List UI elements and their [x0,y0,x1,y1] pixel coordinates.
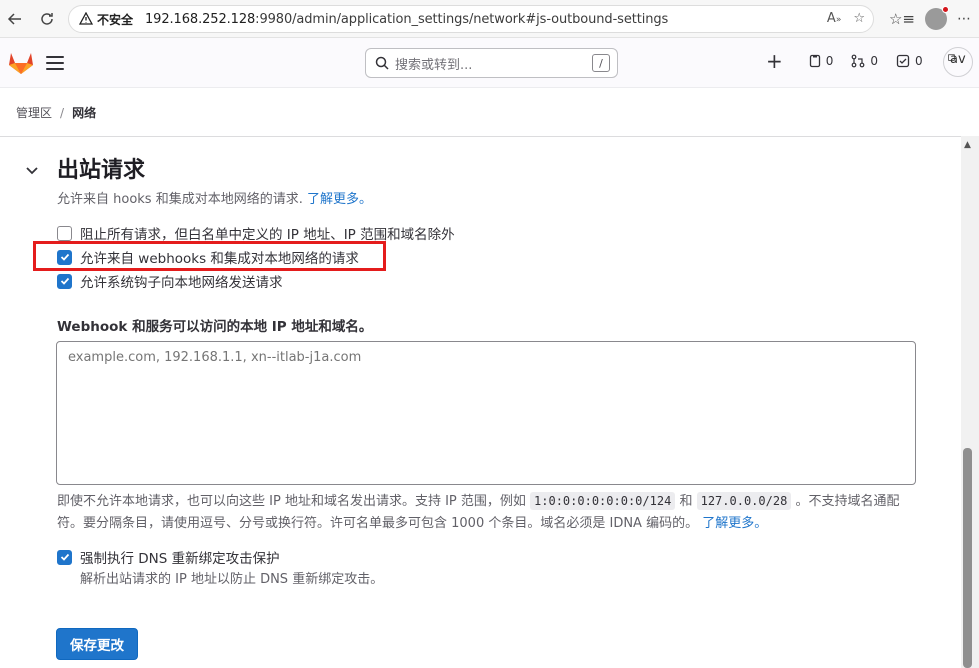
check-icon [60,277,69,285]
save-changes-button[interactable]: 保存更改 [56,628,138,660]
gitlab-logo-icon[interactable] [8,51,34,75]
user-avatar[interactable]: ▫ av [943,47,973,77]
issues-button[interactable]: 0 [809,54,833,68]
breadcrumb-network[interactable]: 网络 [72,104,96,121]
breadcrumb-separator: / [60,105,65,120]
read-aloud-icon[interactable]: A» [827,11,841,26]
checkbox-block-all[interactable] [57,225,72,241]
checkbox-dns-protection[interactable] [57,549,72,565]
section-title: 出站请求 [57,158,146,183]
checkbox-label: 强制执行 DNS 重新绑定攻击保护 [80,551,280,567]
code-ipv4-example: 127.0.0.0/28 [696,492,792,510]
divider [0,136,961,137]
scroll-up-icon[interactable]: ▲ [964,140,971,150]
allowlist-label: Webhook 和服务可以访问的本地 IP 地址和域名。 [57,319,373,335]
breadcrumb-admin[interactable]: 管理区 [16,104,52,121]
merge-request-icon [852,54,865,68]
address-bar[interactable]: 不安全 192.168.252.128:9980/admin/applicati… [68,5,874,33]
insecure-label: 不安全 [97,12,134,27]
profile-icon[interactable] [925,6,949,30]
hamburger-menu-icon[interactable] [46,56,64,70]
url-text: 192.168.252.128:9980/admin/application_s… [145,11,669,27]
allowlist-textarea[interactable] [56,341,916,485]
warning-icon [79,12,93,25]
reload-icon[interactable] [34,6,60,32]
scrollbar-thumb[interactable] [963,448,972,668]
checkbox-dns-rebinding[interactable]: 强制执行 DNS 重新绑定攻击保护 [57,547,280,567]
dns-description: 解析出站请求的 IP 地址以防止 DNS 重新绑定攻击。 [80,572,384,587]
allowlist-help-text: 即使不允许本地请求，也可以向这些 IP 地址和域名发出请求。支持 IP 范围，例… [57,492,900,531]
search-icon [375,56,389,70]
checkbox-allow-system-hooks-local[interactable]: 允许系统钩子向本地网络发送请求 [57,271,283,291]
merge-requests-button[interactable]: 0 [851,54,878,68]
checkbox-block-all-requests[interactable]: 阻止所有请求，但白名单中定义的 IP 地址、IP 范围和域名除外 [57,223,455,243]
issues-icon [809,54,820,68]
section-description: 允许来自 hooks 和集成对本地网络的请求. 了解更多。 [57,192,373,207]
search-shortcut-key: / [592,54,610,72]
search-placeholder: 搜索或转到... [395,57,473,73]
more-icon[interactable]: ⋯ [957,11,971,27]
plus-icon[interactable]: + [766,51,783,71]
favorites-icon[interactable]: ☆≡ [889,10,915,28]
breadcrumb: 管理区 / 网络 [16,104,96,121]
search-input[interactable]: 搜索或转到... / [365,48,618,78]
help-learn-more-link[interactable]: 了解更多。 [702,516,767,531]
todo-icon [896,54,910,68]
code-ipv6-example: 1:0:0:0:0:0:0:0/124 [530,492,676,510]
highlight-annotation [33,241,386,271]
browser-toolbar: 不安全 192.168.252.128:9980/admin/applicati… [0,0,979,38]
checkbox-label: 阻止所有请求，但白名单中定义的 IP 地址、IP 范围和域名除外 [80,227,455,243]
checkbox-allow-system-hooks[interactable] [57,273,72,289]
chevron-down-icon[interactable] [25,163,39,177]
back-icon[interactable] [2,6,28,32]
checkbox-label: 允许系统钩子向本地网络发送请求 [80,275,283,291]
check-icon [60,553,69,561]
gitlab-header: 搜索或转到... / + 0 0 0 ▫ av [0,38,979,88]
todos-button[interactable]: 0 [896,54,923,68]
learn-more-link[interactable]: 了解更多。 [307,192,372,207]
favorite-icon[interactable]: ☆ [853,11,865,26]
